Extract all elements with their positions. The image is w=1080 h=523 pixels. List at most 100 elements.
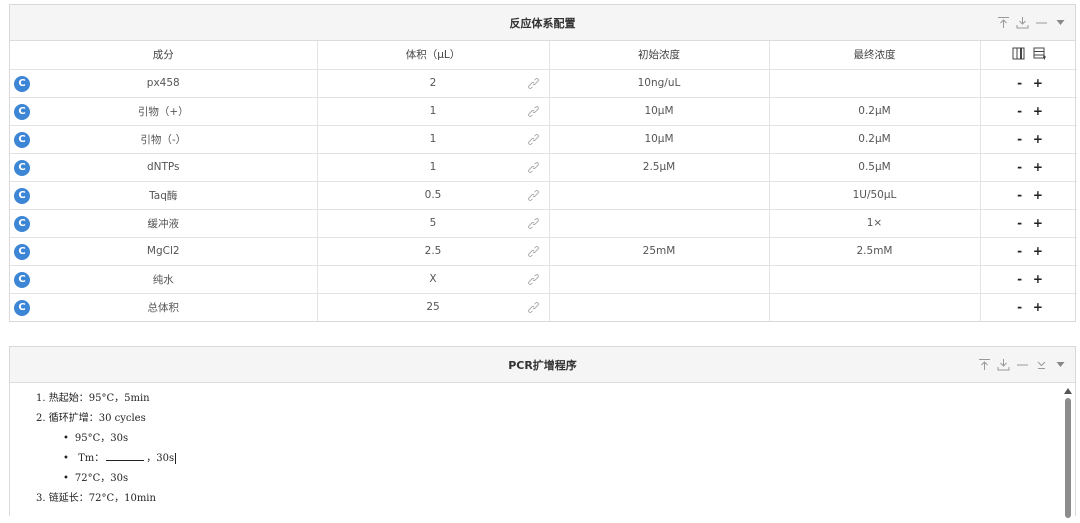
final-conc-cell[interactable]: 0.2μM: [769, 97, 981, 126]
volume-cell[interactable]: 2: [317, 69, 550, 98]
scrollbar-thumb[interactable]: [1065, 398, 1071, 518]
initial-conc-cell[interactable]: [549, 265, 770, 294]
add-row-button[interactable]: +: [1031, 272, 1045, 286]
volume-cell[interactable]: 1: [317, 153, 550, 182]
component-cell[interactable]: C Taq酶: [10, 181, 318, 210]
link-icon[interactable]: [527, 77, 539, 92]
initial-conc-cell[interactable]: [549, 293, 770, 321]
remove-row-button[interactable]: -: [1013, 104, 1027, 118]
scrollbar[interactable]: [1063, 383, 1073, 518]
remove-row-button[interactable]: -: [1013, 76, 1027, 90]
tm-blank-field[interactable]: [106, 451, 145, 461]
final-conc-cell[interactable]: 1U/50μL: [769, 181, 981, 210]
table-row: C Taq酶 0.5 1U/50μL - +: [10, 181, 1077, 210]
component-badge[interactable]: C: [14, 103, 30, 120]
volume-cell[interactable]: 1: [317, 125, 550, 154]
table-row: C 纯水 X - +: [10, 265, 1077, 294]
initial-conc-cell[interactable]: 2.5μM: [549, 153, 770, 182]
initial-conc-cell[interactable]: [549, 209, 770, 238]
program-subline-tm: Tm： ，30s: [36, 449, 1049, 469]
volume-cell[interactable]: 0.5: [317, 181, 550, 210]
remove-row-button[interactable]: -: [1013, 188, 1027, 202]
link-icon[interactable]: [527, 189, 539, 204]
volume-cell[interactable]: 25: [317, 293, 550, 321]
download-icon[interactable]: [1015, 16, 1029, 30]
initial-conc-cell[interactable]: 10μM: [549, 97, 770, 126]
pin-top-icon[interactable]: [977, 358, 991, 372]
component-cell[interactable]: C MgCl2: [10, 237, 318, 266]
component-cell[interactable]: C 纯水: [10, 265, 318, 294]
link-icon[interactable]: [527, 273, 539, 288]
add-row-icon[interactable]: [1033, 47, 1046, 63]
final-conc-cell[interactable]: [769, 293, 981, 321]
component-cell[interactable]: C 引物（-）: [10, 125, 318, 154]
link-icon[interactable]: [527, 245, 539, 260]
col-header-final-conc: 最终浓度: [769, 41, 981, 70]
remove-row-button[interactable]: -: [1013, 244, 1027, 258]
volume-cell[interactable]: 5: [317, 209, 550, 238]
add-row-button[interactable]: +: [1031, 216, 1045, 230]
final-conc-cell[interactable]: 2.5mM: [769, 237, 981, 266]
add-row-button[interactable]: +: [1031, 76, 1045, 90]
final-conc-cell[interactable]: 0.2μM: [769, 125, 981, 154]
final-conc-cell[interactable]: [769, 265, 981, 294]
component-cell[interactable]: C 总体积: [10, 293, 318, 321]
component-badge[interactable]: C: [14, 187, 30, 204]
remove-row-button[interactable]: -: [1013, 272, 1027, 286]
component-name: MgCl2: [146, 245, 180, 257]
component-cell[interactable]: C 缓冲液: [10, 209, 318, 238]
remove-row-button[interactable]: -: [1013, 216, 1027, 230]
component-cell[interactable]: C dNTPs: [10, 153, 318, 182]
collapse-icon[interactable]: [1053, 358, 1067, 372]
chevron-down-icon[interactable]: [1034, 358, 1048, 372]
add-row-button[interactable]: +: [1031, 300, 1045, 314]
component-badge[interactable]: C: [14, 75, 30, 92]
link-icon[interactable]: [527, 217, 539, 232]
final-conc-cell[interactable]: [769, 69, 981, 98]
add-row-button[interactable]: +: [1031, 160, 1045, 174]
component-cell[interactable]: C 引物（+）: [10, 97, 318, 126]
pcr-panel-header: PCR扩增程序: [10, 347, 1075, 383]
initial-conc-value: 10μM: [644, 105, 674, 117]
component-badge[interactable]: C: [14, 243, 30, 260]
remove-row-button[interactable]: -: [1013, 160, 1027, 174]
minimize-icon[interactable]: [1034, 16, 1048, 30]
component-name: px458: [146, 77, 180, 89]
final-conc-cell[interactable]: 1×: [769, 209, 981, 238]
component-name: Taq酶: [149, 189, 178, 202]
add-row-button[interactable]: +: [1031, 132, 1045, 146]
initial-conc-cell[interactable]: [549, 181, 770, 210]
minimize-icon[interactable]: [1015, 358, 1029, 372]
initial-conc-cell[interactable]: 10μM: [549, 125, 770, 154]
download-icon[interactable]: [996, 358, 1010, 372]
add-row-button[interactable]: +: [1031, 104, 1045, 118]
reaction-panel-tools: [996, 5, 1067, 40]
link-icon[interactable]: [527, 105, 539, 120]
collapse-icon[interactable]: [1053, 16, 1067, 30]
link-icon[interactable]: [527, 133, 539, 148]
component-badge[interactable]: C: [14, 215, 30, 232]
pcr-program-editor[interactable]: 1. 热起始：95°C，5min 2. 循环扩增：30 cycles 95°C，…: [10, 383, 1075, 523]
initial-conc-cell[interactable]: 25mM: [549, 237, 770, 266]
component-cell[interactable]: C px458: [10, 69, 318, 98]
initial-conc-cell[interactable]: 10ng/uL: [549, 69, 770, 98]
add-row-button[interactable]: +: [1031, 244, 1045, 258]
volume-cell[interactable]: X: [317, 265, 550, 294]
component-badge[interactable]: C: [14, 271, 30, 288]
scroll-up-arrow-icon[interactable]: [1064, 386, 1072, 397]
component-badge[interactable]: C: [14, 131, 30, 148]
columns-icon[interactable]: [1012, 47, 1025, 63]
link-icon[interactable]: [527, 301, 539, 316]
remove-row-button[interactable]: -: [1013, 132, 1027, 146]
add-row-button[interactable]: +: [1031, 188, 1045, 202]
col-header-initial-conc: 初始浓度: [549, 41, 770, 70]
volume-cell[interactable]: 2.5: [317, 237, 550, 266]
final-conc-cell[interactable]: 0.5μM: [769, 153, 981, 182]
pin-top-icon[interactable]: [996, 16, 1010, 30]
link-icon[interactable]: [527, 161, 539, 176]
component-badge[interactable]: C: [14, 299, 30, 316]
volume-cell[interactable]: 1: [317, 97, 550, 126]
component-badge[interactable]: C: [14, 159, 30, 176]
remove-row-button[interactable]: -: [1013, 300, 1027, 314]
col-header-tools: [980, 41, 1077, 70]
